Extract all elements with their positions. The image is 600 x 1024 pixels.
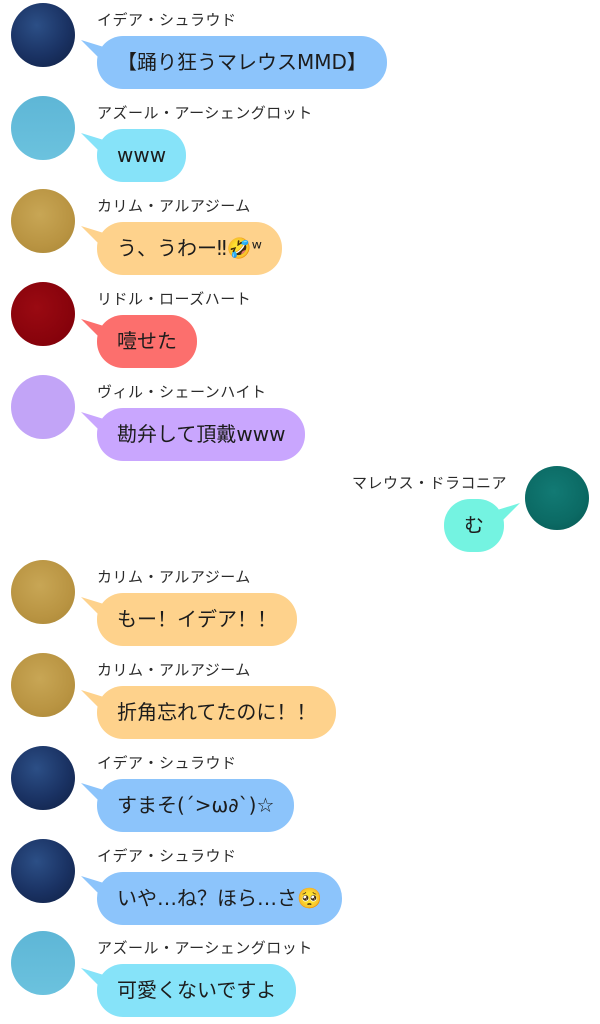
chat-message: カリム・アルアジーム う、うわー‼︎🤣ʷ xyxy=(0,189,600,282)
message-bubble[interactable]: 勘弁して頂戴www xyxy=(97,408,306,461)
message-bubble[interactable]: む xyxy=(444,499,504,552)
avatar[interactable] xyxy=(11,282,75,346)
sender-name: イデア・シュラウド xyxy=(97,847,237,865)
sender-name: イデア・シュラウド xyxy=(97,11,237,29)
avatar[interactable] xyxy=(11,653,75,717)
avatar[interactable] xyxy=(11,839,75,903)
message-bubble[interactable]: 噎せた xyxy=(97,315,197,368)
chat-message: アズール・アーシェングロット www xyxy=(0,96,600,189)
message-bubble[interactable]: もー！イデア！！ xyxy=(97,593,297,646)
message-bubble[interactable]: いや…ね？ほら…さ🥺 xyxy=(97,872,342,925)
sender-name: リドル・ローズハート xyxy=(97,290,252,308)
chat-message: イデア・シュラウド 【踊り狂うマレウスMMD】 xyxy=(0,3,600,96)
chat-message: カリム・アルアジーム 折角忘れてたのに！！ xyxy=(0,653,600,746)
avatar[interactable] xyxy=(11,375,75,439)
avatar[interactable] xyxy=(11,96,75,160)
sender-name: イデア・シュラウド xyxy=(97,754,237,772)
avatar[interactable] xyxy=(11,189,75,253)
sender-name: カリム・アルアジーム xyxy=(97,197,251,215)
sender-name: カリム・アルアジーム xyxy=(97,568,251,586)
message-bubble[interactable]: www xyxy=(97,129,187,182)
chat-message: イデア・シュラウド いや…ね？ほら…さ🥺 xyxy=(0,839,600,932)
message-bubble[interactable]: う、うわー‼︎🤣ʷ xyxy=(97,222,282,275)
chat-message: リドル・ローズハート 噎せた xyxy=(0,282,600,375)
sender-name: アズール・アーシェングロット xyxy=(97,939,313,957)
chat-message: ヴィル・シェーンハイト 勘弁して頂戴www xyxy=(0,375,600,468)
message-bubble[interactable]: すまそ(´>ω∂`)☆ xyxy=(97,779,295,832)
sender-name: アズール・アーシェングロット xyxy=(97,104,313,122)
message-bubble[interactable]: 可愛くないですよ xyxy=(97,964,297,1017)
message-bubble[interactable]: 【踊り狂うマレウスMMD】 xyxy=(97,36,387,89)
sender-name: マレウス・ドラコニア xyxy=(351,474,507,492)
avatar[interactable] xyxy=(11,931,75,995)
message-bubble[interactable]: 折角忘れてたのに！！ xyxy=(97,686,337,739)
chat-message: アズール・アーシェングロット 可愛くないですよ xyxy=(0,931,600,1024)
chat-log: イデア・シュラウド 【踊り狂うマレウスMMD】 アズール・アーシェングロット w… xyxy=(0,0,600,1018)
chat-message: イデア・シュラウド すまそ(´>ω∂`)☆ xyxy=(0,746,600,839)
avatar[interactable] xyxy=(11,3,75,67)
avatar[interactable] xyxy=(11,746,75,810)
sender-name: ヴィル・シェーンハイト xyxy=(97,383,267,401)
chat-message: カリム・アルアジーム もー！イデア！！ xyxy=(0,560,600,653)
sender-name: カリム・アルアジーム xyxy=(97,661,251,679)
avatar[interactable] xyxy=(525,466,589,530)
avatar[interactable] xyxy=(11,560,75,624)
chat-message-own: マレウス・ドラコニア む xyxy=(0,466,600,559)
